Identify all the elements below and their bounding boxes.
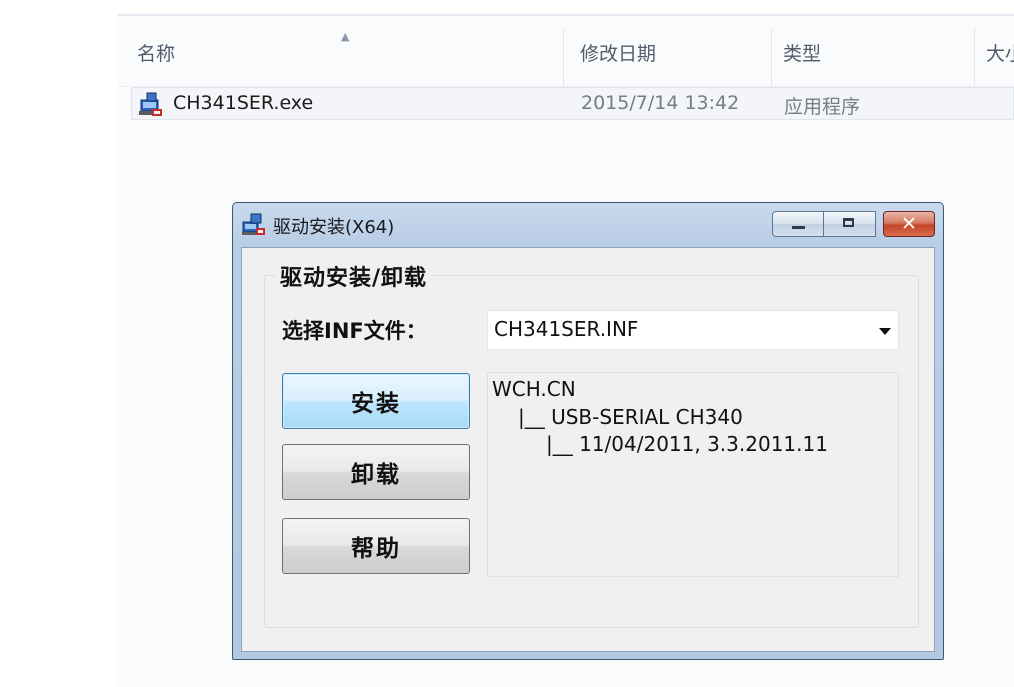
dialog-title: 驱动安装(X64) bbox=[273, 217, 395, 238]
driver-info-panel: WCH.CN |__ USB-SERIAL CH340 |__ 11/04/20… bbox=[487, 372, 899, 577]
file-name: CH341SER.exe bbox=[173, 92, 314, 114]
driver-vendor: WCH.CN bbox=[492, 377, 576, 401]
column-header-size[interactable]: 大小 bbox=[986, 39, 1014, 66]
column-header-row: ▲ 名称 修改日期 类型 大小 bbox=[117, 28, 1014, 87]
file-modified-date: 2015/7/14 13:42 bbox=[581, 92, 740, 114]
file-type: 应用程序 bbox=[784, 96, 861, 118]
sort-ascending-icon: ▲ bbox=[341, 30, 350, 43]
installer-exe-icon bbox=[139, 92, 162, 116]
close-button[interactable]: ✕ bbox=[883, 211, 935, 237]
inf-file-selected-value: CH341SER.INF bbox=[494, 317, 639, 341]
driver-install-icon bbox=[242, 213, 265, 235]
install-button[interactable]: 安装 bbox=[282, 373, 470, 429]
driver-version: |__ 11/04/2011, 3.3.2011.11 bbox=[546, 432, 828, 456]
minimize-button[interactable] bbox=[772, 211, 824, 237]
help-button[interactable]: 帮助 bbox=[282, 518, 470, 574]
group-title: 驱动安装/卸载 bbox=[276, 260, 432, 292]
uninstall-button[interactable]: 卸载 bbox=[282, 444, 470, 500]
close-icon: ✕ bbox=[901, 213, 917, 235]
driver-device: |__ USB-SERIAL CH340 bbox=[518, 405, 743, 429]
inf-file-label: 选择INF文件： bbox=[282, 319, 427, 343]
inf-file-select[interactable]: CH341SER.INF bbox=[487, 310, 899, 350]
column-header-type[interactable]: 类型 bbox=[783, 39, 821, 66]
toolbar-edge bbox=[117, 14, 1014, 16]
chevron-down-icon[interactable] bbox=[879, 328, 891, 335]
maximize-button[interactable] bbox=[824, 211, 876, 237]
dialog-titlebar[interactable]: 驱动安装(X64) ✕ bbox=[233, 203, 943, 246]
maximize-icon bbox=[843, 218, 854, 227]
column-header-name[interactable]: 名称 bbox=[137, 39, 175, 66]
column-divider[interactable] bbox=[563, 28, 564, 86]
minimize-icon bbox=[792, 226, 805, 229]
column-divider[interactable] bbox=[771, 28, 772, 86]
column-header-modified[interactable]: 修改日期 bbox=[580, 39, 656, 66]
dialog-client-area: 驱动安装/卸载 选择INF文件： CH341SER.INF 安装 卸载 帮助 W… bbox=[241, 247, 935, 652]
column-divider[interactable] bbox=[974, 28, 975, 86]
driver-install-dialog: 驱动安装(X64) ✕ 驱动安装/卸载 选择INF文件： CH341SER.IN… bbox=[232, 202, 944, 660]
file-list-item[interactable]: CH341SER.exe 2015/7/14 13:42 应用程序 bbox=[131, 87, 1014, 120]
